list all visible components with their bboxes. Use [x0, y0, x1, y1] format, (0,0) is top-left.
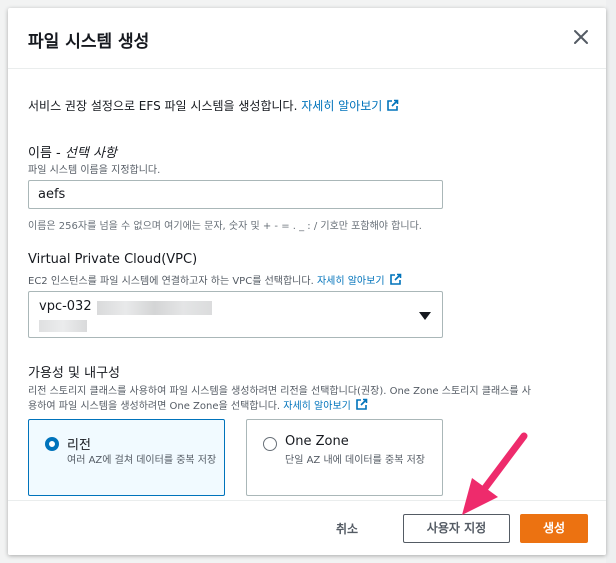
intro-description: 서비스 권장 설정으로 EFS 파일 시스템을 생성합니다. — [28, 99, 298, 113]
name-field-description: 파일 시스템 이름을 지정합니다. — [28, 165, 161, 176]
regional-radio[interactable] — [45, 437, 59, 451]
vpc-selected-value: vpc-032 — [39, 299, 92, 314]
vpc-learn-more-link[interactable]: 자세히 알아보기 — [317, 273, 402, 287]
external-link-icon — [389, 273, 401, 285]
one-zone-radio[interactable] — [263, 437, 277, 451]
vpc-field-description: EC2 인스턴스를 파일 시스템에 연결하고자 하는 VPC를 선택합니다. 자… — [28, 272, 402, 287]
modal-footer: 취소 사용자 지정 생성 — [8, 500, 606, 555]
external-link-icon — [387, 99, 399, 111]
one-zone-option-tile[interactable]: One Zone 단일 AZ 내에 데이터를 중복 저장 — [246, 419, 443, 496]
one-zone-option-title: One Zone — [285, 434, 349, 449]
regional-option-title: 리전 — [67, 438, 91, 453]
modal-header: 파일 시스템 생성 — [8, 8, 606, 69]
regional-option-description: 여러 AZ에 걸쳐 데이터를 중복 저장 — [67, 455, 217, 466]
redacted-vpc-name — [39, 320, 87, 332]
close-icon — [574, 30, 588, 44]
name-field-label: 이름 - 선택 사항 — [28, 146, 117, 161]
availability-label: 가용성 및 내구성 — [28, 366, 120, 381]
cancel-button[interactable]: 취소 — [326, 514, 368, 542]
regional-option-tile[interactable]: 리전 여러 AZ에 걸쳐 데이터를 중복 저장 — [28, 419, 225, 496]
vpc-field-label: Virtual Private Cloud(VPC) — [28, 252, 198, 267]
availability-description-line2: 용하여 파일 시스템을 생성하려면 One Zone을 선택합니다. 자세히 알… — [28, 397, 368, 412]
intro-text: 서비스 권장 설정으로 EFS 파일 시스템을 생성합니다. 자세히 알아보기 — [28, 97, 399, 114]
modal-title: 파일 시스템 생성 — [28, 32, 150, 52]
availability-description-line1: 리전 스토리지 클래스를 사용하여 파일 시스템을 생성하려면 리전을 선택합니… — [28, 386, 531, 397]
file-system-name-input[interactable] — [28, 180, 443, 209]
customize-button[interactable]: 사용자 지정 — [403, 514, 510, 543]
vpc-select[interactable]: vpc-032 — [28, 291, 443, 338]
name-field-hint: 이름은 256자를 넘을 수 없으며 여기에는 문자, 숫자 및 + - = .… — [28, 221, 422, 232]
create-button[interactable]: 생성 — [520, 514, 588, 543]
modal-body: 서비스 권장 설정으로 EFS 파일 시스템을 생성합니다. 자세히 알아보기 … — [8, 70, 606, 500]
intro-learn-more-link[interactable]: 자세히 알아보기 — [301, 99, 399, 113]
availability-learn-more-link[interactable]: 자세히 알아보기 — [283, 398, 368, 412]
external-link-icon — [356, 398, 368, 410]
redacted-vpc-id — [97, 301, 212, 315]
caret-down-icon — [419, 312, 431, 320]
create-file-system-modal: 파일 시스템 생성 서비스 권장 설정으로 EFS 파일 시스템을 생성합니다.… — [8, 8, 606, 555]
one-zone-option-description: 단일 AZ 내에 데이터를 중복 저장 — [285, 455, 425, 466]
close-button[interactable] — [570, 26, 592, 48]
